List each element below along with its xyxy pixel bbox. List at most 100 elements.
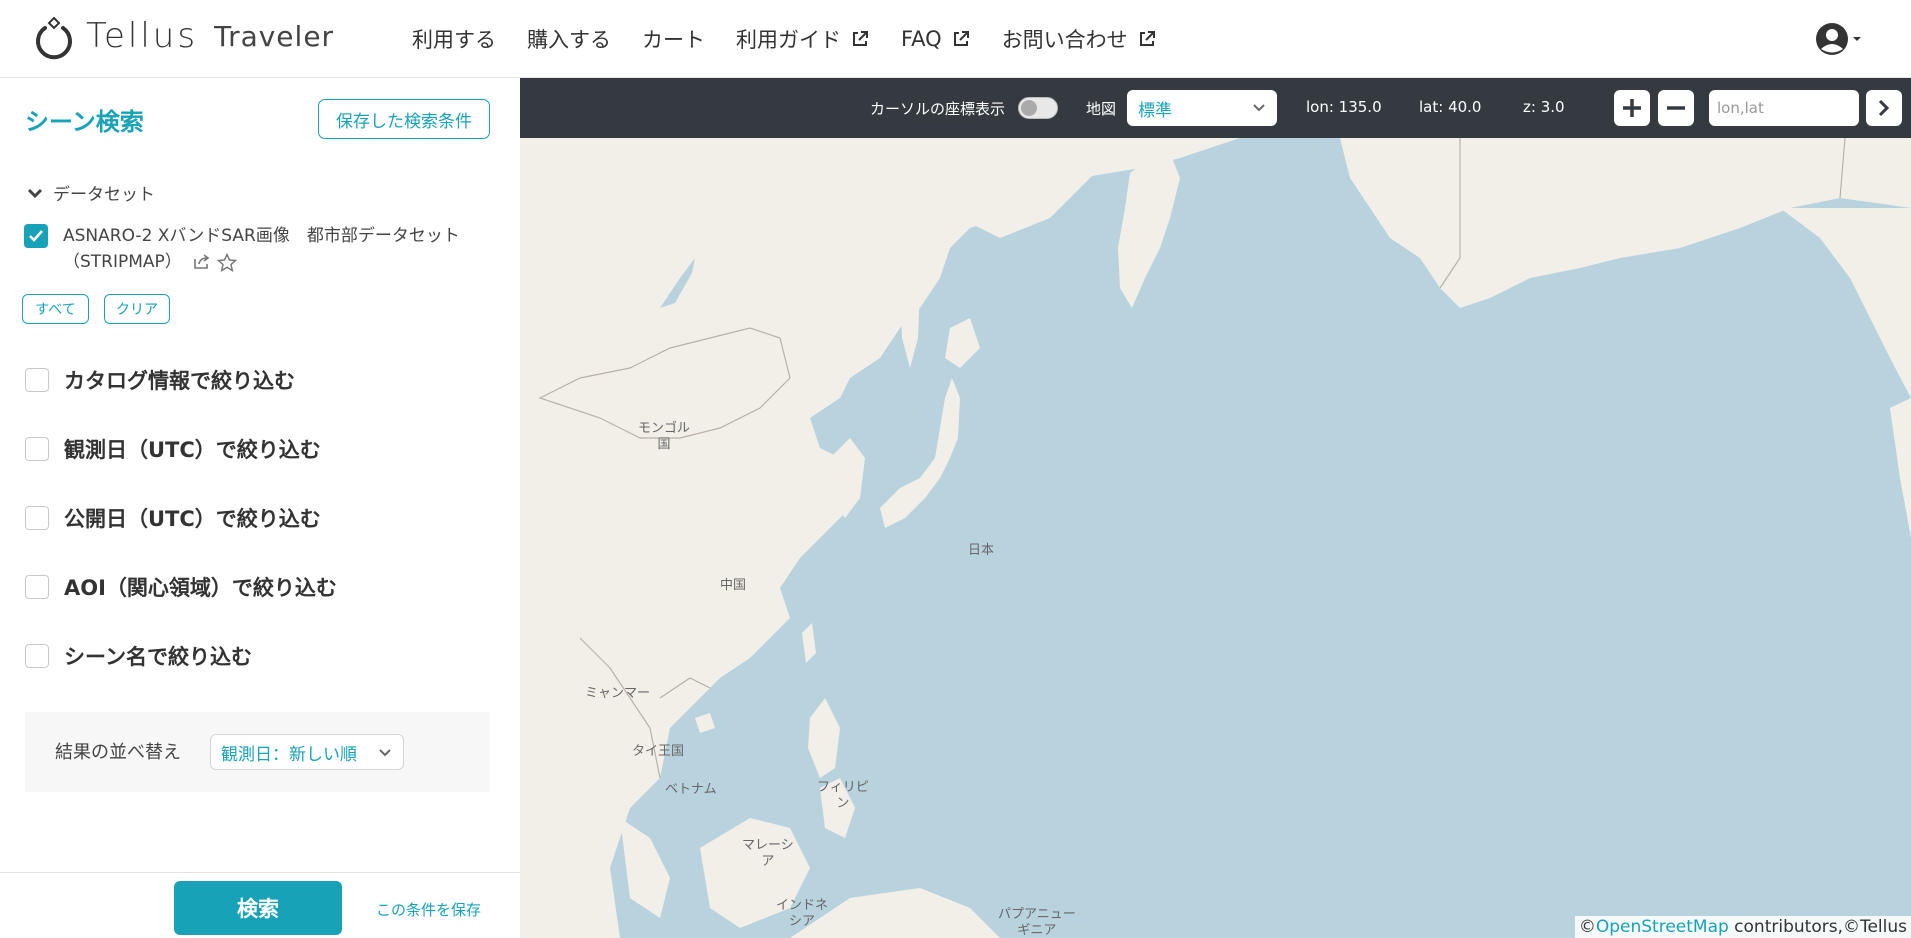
external-link-icon	[953, 31, 969, 46]
sidebar-title: シーン検索	[25, 108, 144, 136]
caret-down-icon	[1853, 37, 1861, 41]
map-label-mongolia: モンゴル 国	[638, 421, 690, 453]
nav-guide[interactable]: 利用ガイド	[736, 24, 870, 54]
map-label-mongolia-line2: 国	[657, 437, 671, 452]
chevron-down-icon	[379, 749, 391, 757]
lat-readout: lat: 40.0	[1419, 98, 1482, 116]
filter-publish-date-checkbox[interactable]	[25, 506, 49, 530]
save-condition-link[interactable]: この条件を保存	[376, 899, 481, 920]
nav-contact-label: お問い合わせ	[1001, 28, 1128, 52]
minus-icon	[1667, 106, 1685, 110]
map-label-philippines: フィリピ ン	[817, 780, 869, 812]
share-icon[interactable]	[193, 254, 211, 270]
map-label-vietnam: ベトナム	[665, 782, 717, 797]
map-label-thailand: タイ王国	[632, 744, 685, 759]
map-label-philippines-line1: フィリピ	[817, 780, 869, 795]
filter-scene-name-checkbox[interactable]	[25, 644, 49, 668]
map-label-china: 中国	[720, 578, 747, 593]
main-nav: 利用する 購入する カート 利用ガイド FAQ お問い合わせ	[412, 24, 1188, 54]
filter-publish-date-label: 公開日（UTC）で絞り込む	[64, 507, 321, 531]
map-label-mongolia-line1: モンゴル	[638, 421, 691, 436]
map-label-malaysia-line1: マレーシ	[742, 838, 794, 853]
nav-use-label: 利用する	[412, 28, 496, 52]
chevron-down-icon	[27, 188, 43, 198]
map-label-philippines-line2: ン	[836, 796, 850, 811]
clear-button[interactable]: クリア	[104, 294, 170, 324]
scene-search-sidebar: シーン検索 保存した検索条件 データセット ASNARO-2 XバンドSAR画像…	[0, 78, 520, 938]
sidebar-footer: 検索 この条件を保存	[0, 872, 520, 938]
sort-panel: 結果の並べ替え 観測日：新しい順	[25, 712, 490, 792]
map-type-select[interactable]: 標準	[1127, 90, 1277, 126]
saved-conditions-button[interactable]: 保存した検索条件	[318, 99, 490, 139]
dataset-checkbox[interactable]	[24, 224, 48, 248]
cursor-coords-label: カーソルの座標表示	[870, 100, 1006, 118]
sort-select[interactable]: 観測日：新しい順	[210, 734, 404, 770]
search-button[interactable]: 検索	[174, 881, 342, 935]
dataset-name-line2: （STRIPMAP）	[63, 252, 182, 272]
user-account-icon	[1816, 23, 1848, 55]
lon-readout: lon: 135.0	[1306, 98, 1382, 116]
star-icon[interactable]	[217, 252, 238, 272]
map-label-japan: 日本	[968, 543, 995, 558]
map-view[interactable]: モンゴル 国 日本 中国 ミャンマー タイ王国 ベトナム フィリピ ン マレーシ…	[520, 78, 1911, 938]
filter-aoi-label: AOI（関心領域）で絞り込む	[64, 576, 337, 600]
map-type-label: 地図	[1086, 100, 1117, 118]
attribution-suffix: contributors,©Tellus	[1728, 917, 1907, 937]
logo-subtitle: Traveler	[214, 19, 335, 53]
cursor-coords-toggle[interactable]	[1018, 97, 1058, 119]
map-label-myanmar: ミャンマー	[585, 686, 651, 701]
map-label-png-line1: パプアニュー	[998, 907, 1076, 922]
dataset-section-toggle[interactable]: データセット	[27, 180, 155, 205]
nav-use[interactable]: 利用する	[412, 24, 496, 54]
map-label-png-line2: ギニア	[1017, 923, 1057, 938]
nav-cart[interactable]: カート	[642, 24, 705, 54]
nav-cart-label: カート	[642, 28, 705, 52]
plus-icon	[1623, 99, 1641, 117]
chevron-right-icon	[1878, 99, 1890, 117]
map-toolbar: カーソルの座標表示 地図 標準 lon: 135.0 lat: 40.0 z: …	[520, 78, 1911, 138]
filter-aoi[interactable]: AOI（関心領域）で絞り込む	[25, 572, 337, 602]
nav-purchase-label: 購入する	[527, 28, 611, 52]
openstreetmap-link[interactable]: OpenStreetMap	[1596, 917, 1729, 937]
external-link-icon	[1139, 31, 1155, 46]
chevron-down-icon	[1253, 104, 1265, 112]
coordinate-input[interactable]	[1709, 90, 1859, 126]
tellus-ring-icon	[34, 16, 74, 60]
filter-catalog-checkbox[interactable]	[25, 368, 49, 392]
filter-observation-date-label: 観測日（UTC）で絞り込む	[64, 438, 321, 462]
attribution-prefix: ©	[1578, 917, 1596, 937]
nav-purchase[interactable]: 購入する	[527, 24, 611, 54]
map-label-indonesia-line1: インドネ	[776, 898, 829, 913]
tellus-logo[interactable]: Tellus Traveler	[34, 12, 334, 60]
dataset-name-line1: ASNARO-2 XバンドSAR画像 都市部データセット	[63, 226, 460, 246]
sort-label: 結果の並べ替え	[55, 742, 181, 763]
select-all-button[interactable]: すべて	[22, 294, 89, 324]
nav-guide-label: 利用ガイド	[736, 28, 841, 52]
filter-observation-date-checkbox[interactable]	[25, 437, 49, 461]
nav-faq[interactable]: FAQ	[901, 24, 971, 54]
map-label-malaysia-line2: ア	[761, 854, 775, 869]
filter-publish-date[interactable]: 公開日（UTC）で絞り込む	[25, 503, 321, 533]
map-label-indonesia: インドネ シア	[776, 898, 828, 930]
filter-observation-date[interactable]: 観測日（UTC）で絞り込む	[25, 434, 321, 464]
filter-scene-name[interactable]: シーン名で絞り込む	[25, 641, 252, 671]
dataset-section-label: データセット	[53, 185, 155, 205]
filter-catalog-label: カタログ情報で絞り込む	[64, 369, 295, 393]
map-label-indonesia-line2: シア	[789, 914, 816, 929]
map-type-selected: 標準	[1138, 100, 1172, 121]
zoom-in-button[interactable]	[1614, 90, 1650, 126]
map-label-papua-new-guinea: パプアニュー ギニア	[998, 907, 1076, 938]
filter-aoi-checkbox[interactable]	[25, 575, 49, 599]
coordinate-go-button[interactable]	[1866, 90, 1902, 126]
map-label-malaysia: マレーシ ア	[742, 838, 794, 870]
basemap	[520, 78, 1911, 938]
logo-word: Tellus	[86, 16, 199, 56]
sort-selected-value: 観測日：新しい順	[221, 744, 357, 765]
filter-catalog[interactable]: カタログ情報で絞り込む	[25, 365, 295, 395]
nav-contact[interactable]: お問い合わせ	[1002, 24, 1157, 54]
dataset-label: ASNARO-2 XバンドSAR画像 都市部データセット （STRIPMAP）	[63, 223, 493, 275]
account-menu[interactable]	[1815, 22, 1862, 56]
top-header: Tellus Traveler 利用する 購入する カート 利用ガイド FAQ …	[0, 0, 1911, 78]
zoom-out-button[interactable]	[1658, 90, 1694, 126]
zoom-readout: z: 3.0	[1523, 98, 1565, 116]
